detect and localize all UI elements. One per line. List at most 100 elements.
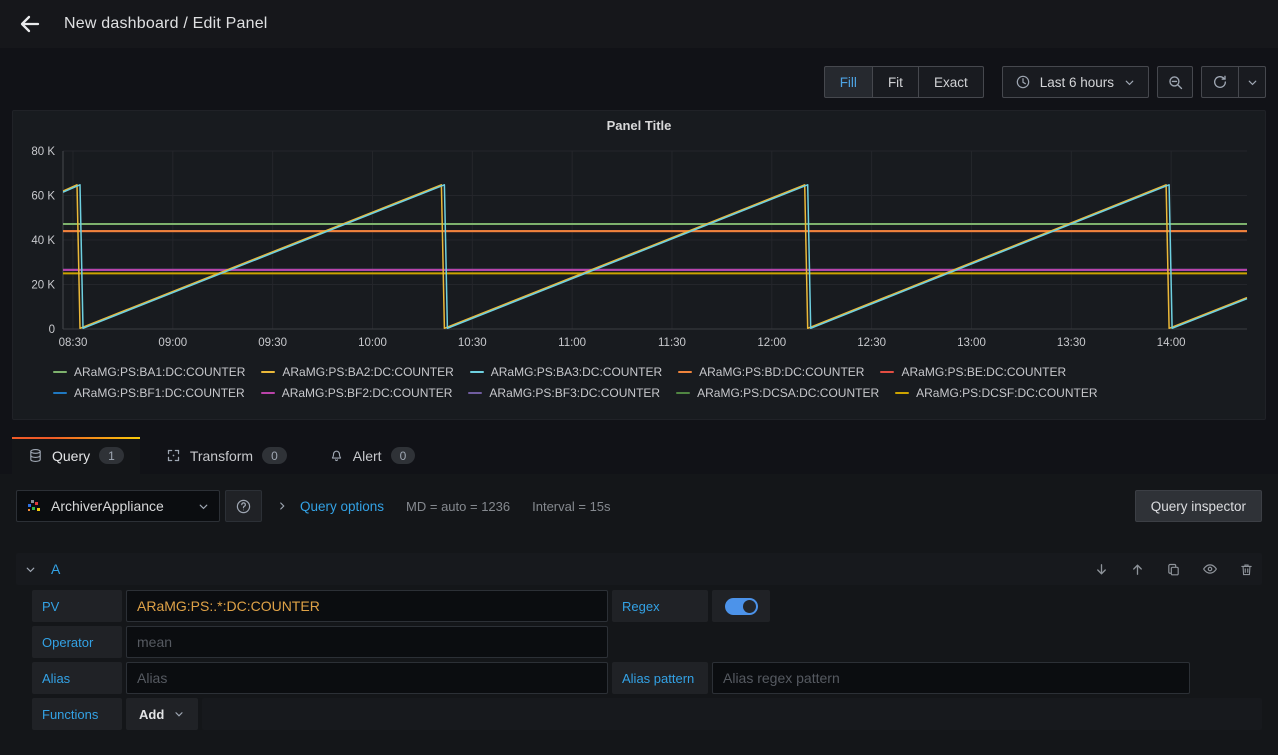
- legend-item[interactable]: ARaMG:PS:BA3:DC:COUNTER: [470, 365, 662, 379]
- datasource-help-button[interactable]: [225, 490, 262, 522]
- display-mode-exact-button[interactable]: Exact: [918, 66, 984, 98]
- arrow-down-icon[interactable]: [1094, 562, 1109, 577]
- operator-input[interactable]: [126, 626, 608, 658]
- alias-input[interactable]: [126, 662, 608, 694]
- datasource-row: ArchiverAppliance Query options MD = aut…: [16, 490, 1262, 522]
- toggle-knob: [743, 600, 756, 613]
- legend-series-dash: [470, 371, 484, 373]
- editor-tabs: Query1 Transform0 Alert 0: [12, 437, 1266, 474]
- legend-series-dash: [676, 392, 690, 394]
- active-tab-accent: [12, 437, 140, 439]
- svg-text:11:00: 11:00: [558, 337, 586, 349]
- query-ref-id: A: [51, 561, 60, 577]
- legend-series-label: ARaMG:PS:BA2:DC:COUNTER: [282, 365, 453, 379]
- svg-text:13:00: 13:00: [957, 337, 986, 349]
- refresh-icon: [1212, 74, 1228, 90]
- toggle-track: [725, 598, 758, 615]
- query-options-summary[interactable]: Query options MD = auto = 1236 Interval …: [276, 499, 611, 514]
- legend-series-dash: [261, 371, 275, 373]
- legend-item[interactable]: ARaMG:PS:BE:DC:COUNTER: [880, 365, 1066, 379]
- legend-series-label: ARaMG:PS:BF2:DC:COUNTER: [282, 386, 453, 400]
- time-range-label: Last 6 hours: [1040, 75, 1114, 90]
- tab-label: Alert: [353, 448, 382, 464]
- refresh-split-button: [1201, 66, 1266, 98]
- chevron-right-icon: [276, 500, 288, 512]
- add-function-button[interactable]: Add: [126, 698, 198, 730]
- legend-series-dash: [895, 392, 909, 394]
- tab-transform[interactable]: Transform0: [150, 437, 303, 474]
- legend-item[interactable]: ARaMG:PS:BF2:DC:COUNTER: [261, 386, 453, 400]
- chart-legend: ARaMG:PS:BA1:DC:COUNTER ARaMG:PS:BA2:DC:C…: [13, 363, 1265, 406]
- svg-text:13:30: 13:30: [1057, 337, 1086, 349]
- legend-item[interactable]: ARaMG:PS:BD:DC:COUNTER: [678, 365, 864, 379]
- regex-toggle[interactable]: [712, 590, 770, 622]
- chevron-down-icon[interactable]: [24, 563, 37, 576]
- question-circle-icon: [235, 498, 252, 515]
- svg-text:0: 0: [49, 324, 55, 336]
- legend-series-label: ARaMG:PS:BF3:DC:COUNTER: [489, 386, 660, 400]
- svg-text:08:30: 08:30: [59, 337, 88, 349]
- chevron-down-icon: [1246, 76, 1259, 89]
- display-mode-fit-button[interactable]: Fit: [872, 66, 919, 98]
- trash-icon[interactable]: [1239, 562, 1254, 577]
- functions-row: Functions Add: [32, 698, 1262, 730]
- refresh-button[interactable]: [1202, 67, 1238, 97]
- svg-text:09:00: 09:00: [158, 337, 187, 349]
- legend-item[interactable]: ARaMG:PS:BF3:DC:COUNTER: [468, 386, 660, 400]
- datasource-name: ArchiverAppliance: [51, 498, 188, 514]
- time-series-chart: 020 K40 K60 K80 K08:3009:0009:3010:0010:…: [19, 139, 1259, 363]
- refresh-interval-dropdown[interactable]: [1238, 67, 1265, 97]
- legend-series-label: ARaMG:PS:DCSA:DC:COUNTER: [697, 386, 879, 400]
- add-function-label: Add: [139, 707, 164, 722]
- query-options-label[interactable]: Query options: [300, 499, 384, 514]
- arrow-left-icon[interactable]: [18, 12, 42, 36]
- svg-text:10:30: 10:30: [458, 337, 487, 349]
- legend-item[interactable]: ARaMG:PS:DCSA:DC:COUNTER: [676, 386, 879, 400]
- legend-item[interactable]: ARaMG:PS:DCSF:DC:COUNTER: [895, 386, 1097, 400]
- query-form: PV Regex Operator Alias Alias pattern Fu…: [32, 590, 1262, 730]
- bell-icon: [329, 448, 344, 463]
- archiver-logo-icon: [26, 498, 42, 514]
- copy-icon[interactable]: [1166, 562, 1181, 577]
- legend-series-dash: [261, 392, 275, 394]
- page-title: New dashboard / Edit Panel: [64, 15, 268, 33]
- eye-icon[interactable]: [1202, 561, 1218, 577]
- query-row-header: A: [16, 553, 1262, 585]
- chevron-down-icon: [197, 500, 210, 513]
- svg-text:10:00: 10:00: [358, 337, 387, 349]
- transform-icon: [166, 448, 181, 463]
- time-range-picker[interactable]: Last 6 hours: [1002, 66, 1149, 98]
- svg-text:80 K: 80 K: [31, 146, 55, 158]
- legend-series-dash: [880, 371, 894, 373]
- display-mode-fill-button[interactable]: Fill: [824, 66, 873, 98]
- query-row-actions: [1094, 561, 1254, 577]
- alias-pattern-input[interactable]: [712, 662, 1190, 694]
- tab-query[interactable]: Query1: [12, 437, 140, 474]
- tab-count-badge: 1: [99, 447, 124, 464]
- operator-label: Operator: [32, 626, 122, 658]
- tab-count-badge: 0: [391, 447, 416, 464]
- alias-pattern-label: Alias pattern: [612, 662, 708, 694]
- functions-label: Functions: [32, 698, 122, 730]
- svg-text:40 K: 40 K: [31, 235, 55, 247]
- tab-label: Transform: [190, 448, 253, 464]
- chevron-down-icon: [173, 708, 185, 720]
- legend-item[interactable]: ARaMG:PS:BA1:DC:COUNTER: [53, 365, 245, 379]
- datasource-select[interactable]: ArchiverAppliance: [16, 490, 220, 522]
- panel-preview: Panel Title 020 K40 K60 K80 K08:3009:000…: [12, 110, 1266, 420]
- tab-alert[interactable]: Alert 0: [313, 437, 431, 474]
- legend-series-label: ARaMG:PS:BE:DC:COUNTER: [901, 365, 1066, 379]
- legend-series-label: ARaMG:PS:DCSF:DC:COUNTER: [916, 386, 1097, 400]
- pv-label: PV: [32, 590, 122, 622]
- database-icon: [28, 448, 43, 463]
- pv-input[interactable]: [126, 590, 608, 622]
- legend-item[interactable]: ARaMG:PS:BF1:DC:COUNTER: [53, 386, 245, 400]
- query-inspector-button[interactable]: Query inspector: [1135, 490, 1262, 522]
- display-mode-group: FillFitExact: [824, 66, 984, 98]
- zoom-out-button[interactable]: [1157, 66, 1193, 98]
- legend-series-dash: [53, 371, 67, 373]
- app-header: New dashboard / Edit Panel: [0, 0, 1278, 48]
- svg-text:12:30: 12:30: [857, 337, 886, 349]
- legend-item[interactable]: ARaMG:PS:BA2:DC:COUNTER: [261, 365, 453, 379]
- arrow-up-icon[interactable]: [1130, 562, 1145, 577]
